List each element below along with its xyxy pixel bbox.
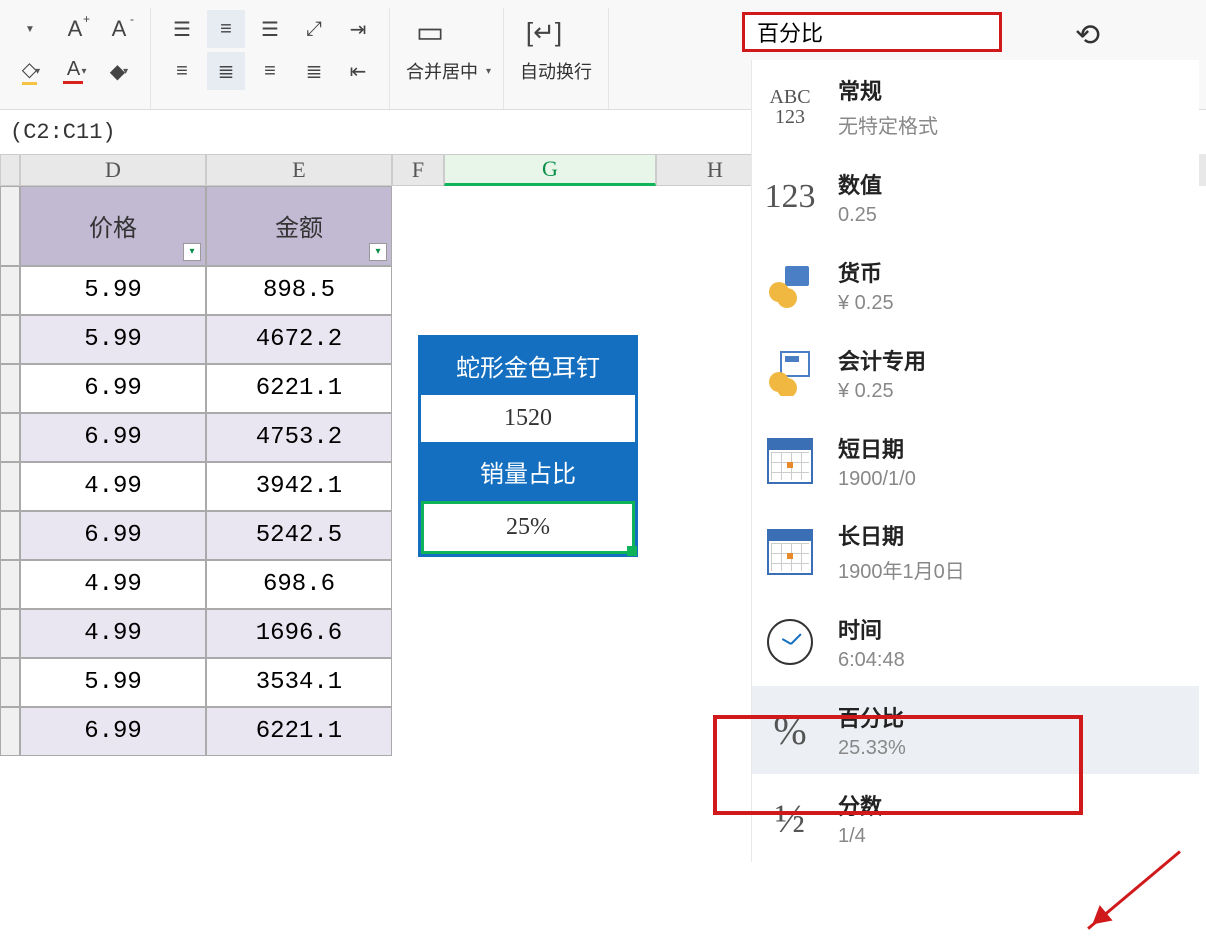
data-table: 价格▾ 金额▾ 5.99898.5 5.994672.2 6.996221.1 …	[0, 186, 392, 756]
align-middle-icon[interactable]: ≡	[207, 10, 245, 48]
arrow-annotation	[1087, 850, 1181, 929]
cell[interactable]: 5.99	[20, 658, 206, 707]
merge-center-label[interactable]: 合并居中	[402, 58, 482, 84]
number-format-selector[interactable]: 百分比	[742, 12, 1002, 52]
col-header-E[interactable]: E	[206, 154, 392, 186]
cell[interactable]: 3942.1	[206, 462, 392, 511]
auto-wrap-label[interactable]: 自动换行	[516, 58, 596, 84]
number-icon: 123	[760, 167, 820, 227]
currency-icon	[760, 255, 820, 315]
some-dropdown[interactable]: ▼	[12, 10, 50, 48]
merge-cells-icon[interactable]: ▭	[402, 10, 458, 54]
align-center-icon[interactable]: ≣	[207, 52, 245, 90]
cell[interactable]: 4.99	[20, 462, 206, 511]
eraser-icon[interactable]: ◆▾	[100, 52, 138, 90]
undo-icon[interactable]: ⟲	[1075, 18, 1100, 53]
cell[interactable]: 898.5	[206, 266, 392, 315]
cell[interactable]: 5.99	[20, 266, 206, 315]
cell[interactable]: 6.99	[20, 364, 206, 413]
general-icon: ABC123	[760, 77, 820, 137]
format-currency[interactable]: 货币¥ 0.25	[752, 241, 1199, 329]
align-right-icon[interactable]: ≡	[251, 52, 289, 90]
format-general[interactable]: ABC123 常规无特定格式	[752, 60, 1199, 153]
decrease-indent-icon[interactable]: ⇤	[339, 52, 377, 90]
cell[interactable]: 4672.2	[206, 315, 392, 364]
filter-icon[interactable]: ▾	[369, 243, 387, 261]
format-percentage[interactable]: % 百分比25.33%	[752, 686, 1199, 774]
orientation-icon[interactable]: ⤢	[295, 10, 333, 48]
font-color-icon[interactable]: A▾	[56, 52, 94, 90]
fill-color-icon[interactable]: ◇▾	[12, 52, 50, 90]
format-accounting[interactable]: 会计专用¥ 0.25	[752, 329, 1199, 417]
cell[interactable]: 5.99	[20, 315, 206, 364]
col-header-D[interactable]: D	[20, 154, 206, 186]
col-header-F[interactable]: F	[392, 154, 444, 186]
cell[interactable]: 5242.5	[206, 511, 392, 560]
cell[interactable]: 3534.1	[206, 658, 392, 707]
cell[interactable]: 6221.1	[206, 707, 392, 756]
calendar-icon	[760, 431, 820, 491]
filter-icon[interactable]: ▾	[183, 243, 201, 261]
cell[interactable]: 4.99	[20, 560, 206, 609]
calendar-icon	[760, 522, 820, 582]
info-ratio-label[interactable]: 销量占比	[421, 444, 635, 501]
format-short-date[interactable]: 短日期1900/1/0	[752, 417, 1199, 505]
format-number[interactable]: 123 数值0.25	[752, 153, 1199, 241]
format-long-date[interactable]: 长日期1900年1月0日	[752, 505, 1199, 598]
decrease-font-icon[interactable]: A-	[100, 10, 138, 48]
accounting-icon	[760, 343, 820, 403]
cell[interactable]: 1696.6	[206, 609, 392, 658]
cell[interactable]: 6.99	[20, 413, 206, 462]
align-top-icon[interactable]: ☰	[163, 10, 201, 48]
clock-icon	[760, 612, 820, 672]
format-fraction[interactable]: ½ 分数1/4	[752, 774, 1199, 862]
info-product[interactable]: 蛇形金色耳钉	[421, 338, 635, 395]
cell[interactable]: 698.6	[206, 560, 392, 609]
header-price: 价格▾	[20, 186, 206, 266]
fraction-icon: ½	[760, 788, 820, 848]
cell[interactable]: 6.99	[20, 511, 206, 560]
formula-text: (C2:C11)	[10, 120, 116, 145]
increase-font-icon[interactable]: A+	[56, 10, 94, 48]
info-box: 蛇形金色耳钉 1520 销量占比 25%	[418, 335, 638, 557]
col-header-G[interactable]: G	[444, 154, 656, 186]
align-left-icon[interactable]: ≡	[163, 52, 201, 90]
cell[interactable]: 4.99	[20, 609, 206, 658]
number-format-dropdown: ABC123 常规无特定格式 123 数值0.25 货币¥ 0.25 会计专用¥…	[751, 60, 1199, 862]
info-qty[interactable]: 1520	[421, 395, 635, 444]
wrap-text-icon[interactable]: [↵]	[516, 10, 572, 54]
cell[interactable]: 6221.1	[206, 364, 392, 413]
format-time[interactable]: 时间6:04:48	[752, 598, 1199, 686]
increase-indent-icon[interactable]: ⇥	[339, 10, 377, 48]
header-amount: 金额▾	[206, 186, 392, 266]
align-bottom-icon[interactable]: ☰	[251, 10, 289, 48]
cell[interactable]: 4753.2	[206, 413, 392, 462]
cell[interactable]: 6.99	[20, 707, 206, 756]
percent-icon: %	[760, 700, 820, 760]
distribute-icon[interactable]: ≣	[295, 52, 333, 90]
info-ratio-value[interactable]: 25%	[421, 501, 635, 554]
